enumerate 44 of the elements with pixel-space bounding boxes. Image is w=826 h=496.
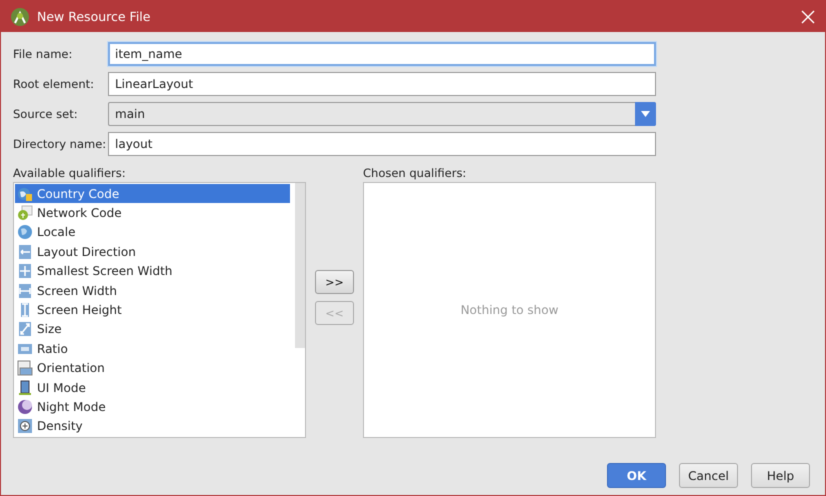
list-item[interactable]: Screen Height [15,300,290,320]
list-label: Chosen qualifiers: [363,166,468,182]
field-label: Root element: [13,77,96,91]
list-item[interactable]: Layout Direction [15,242,290,262]
dialog-button[interactable]: Cancel [679,463,738,488]
scrollbar[interactable] [295,183,305,348]
list-item[interactable]: Network Code [15,203,290,223]
input-field[interactable]: LinearLayout [108,72,656,96]
android-icon [11,8,29,26]
list-item[interactable]: Orientation [15,358,290,378]
qualifier-icon [17,380,33,396]
field-label: File name: [13,47,74,61]
list-item[interactable]: Night Mode [15,397,290,417]
qualifier-icon [17,263,33,280]
dropdown-arrow-icon [641,111,650,117]
list-item[interactable]: Ratio [15,339,290,359]
empty-message: Nothing to show [460,303,558,317]
close-icon[interactable] [801,10,815,24]
qualifier-icon [17,321,33,338]
qualifier-icon [17,418,33,434]
input-field[interactable]: item_name [108,42,656,66]
list-item[interactable]: Smallest Screen Width [15,262,290,281]
list-item[interactable]: Locale [15,222,290,242]
qualifier-icon [17,186,33,202]
list-item[interactable]: UI Mode [15,378,290,398]
dialog-button[interactable]: Help [751,463,810,488]
dropdown[interactable]: main [108,102,656,126]
dialog-button[interactable]: OK [607,463,666,488]
field-label: Source set: [13,107,79,121]
qualifier-icon [17,282,33,299]
window-title: New Resource File [37,9,152,24]
qualifier-icon [17,398,33,415]
move-button[interactable]: >> [315,270,354,294]
input-field[interactable]: layout [108,132,656,156]
list-item[interactable]: Density [15,416,290,436]
list-label: Available qualifiers: [13,166,127,182]
qualifier-icon [17,244,33,260]
qualifier-icon [17,205,33,222]
list-item[interactable]: Screen Width [15,280,290,300]
list-item[interactable]: Country Code [15,184,290,204]
field-label: Directory name: [13,137,108,151]
list-item[interactable]: Size [15,320,290,340]
qualifier-icon [17,224,33,240]
qualifier-icon [17,360,33,376]
